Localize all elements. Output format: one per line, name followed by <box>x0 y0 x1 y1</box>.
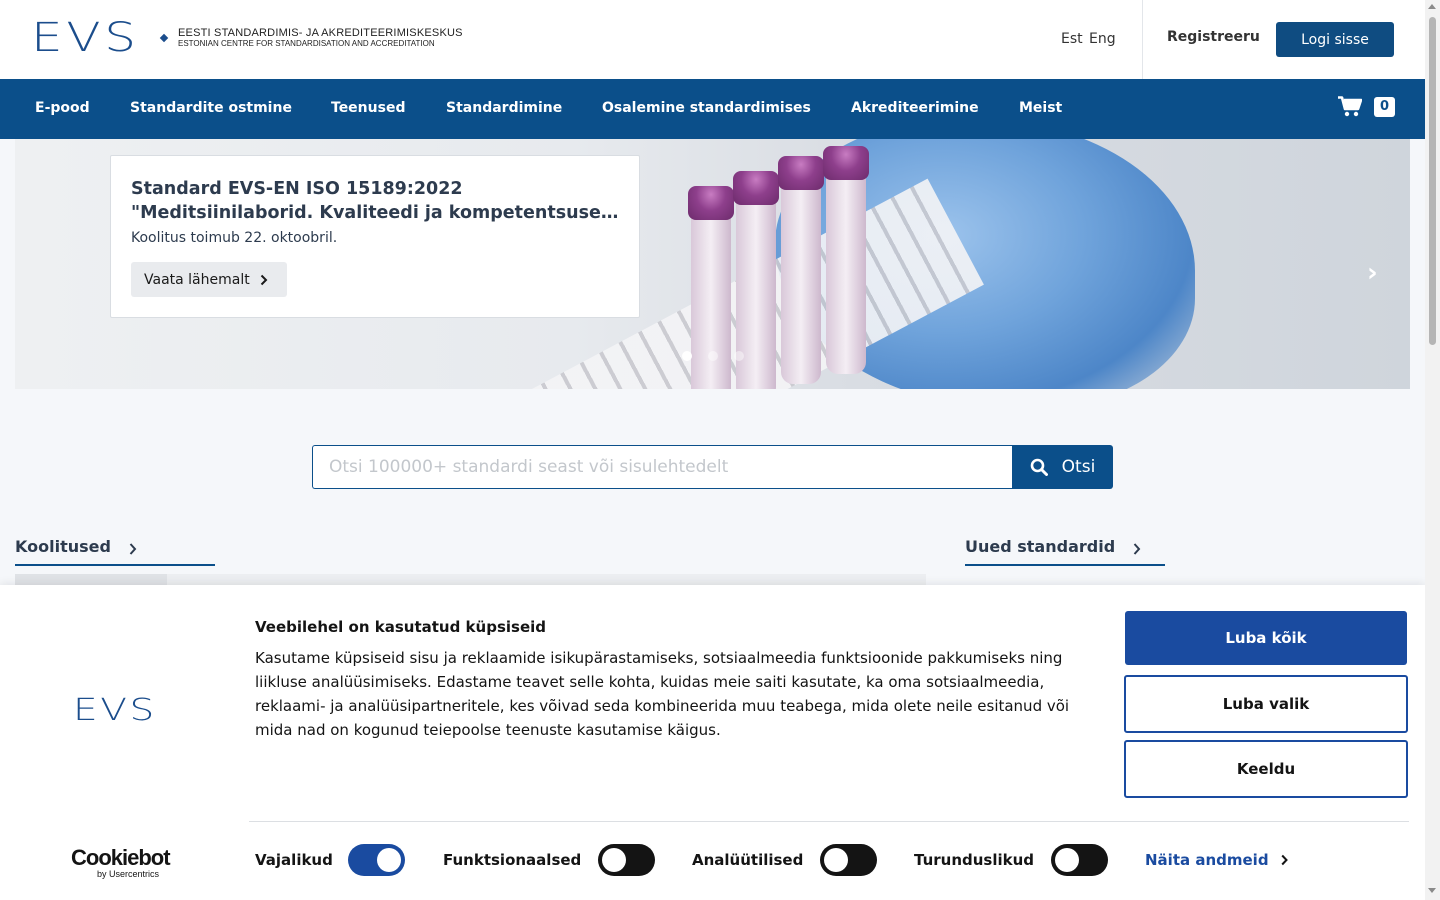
cookie-consent-banner: EVS Veebilehel on kasutatud küpsiseid Ka… <box>0 585 1425 900</box>
allow-selection-button[interactable]: Luba valik <box>1124 675 1408 733</box>
toggle-necessary[interactable] <box>348 844 405 876</box>
evs-logo[interactable]: EVS EESTI STANDARDIMIS- JA AKREDITEERIMI… <box>31 15 463 61</box>
hero-subtitle: Koolitus toimub 22. oktoobril. <box>131 230 338 246</box>
show-details-link[interactable]: Näita andmeid <box>1145 851 1288 869</box>
new-standards-heading: Uued standardid <box>965 537 1116 556</box>
lang-eng-link[interactable]: Eng <box>1089 31 1116 47</box>
register-link[interactable]: Registreeru <box>1167 29 1260 45</box>
toggle-analytics[interactable] <box>820 844 877 876</box>
search-button[interactable]: Otsi <box>1012 445 1113 489</box>
login-button[interactable]: Logi sisse <box>1276 22 1394 57</box>
cookiebot-brand-sub: by Usercentrics <box>97 869 160 879</box>
chevron-right-icon <box>1133 543 1141 555</box>
nav-item-standardimine[interactable]: Standardimine <box>446 100 562 116</box>
site-header: EVS EESTI STANDARDIMIS- JA AKREDITEERIMI… <box>0 0 1425 79</box>
hero-tube <box>688 186 734 389</box>
cookie-divider <box>249 821 1409 822</box>
lang-est-link[interactable]: Est <box>1061 31 1083 47</box>
nav-item-e-pood[interactable]: E-pood <box>35 100 90 116</box>
toggle-label-functional: Funktsionaalsed <box>443 851 582 869</box>
search-input[interactable] <box>312 445 1012 489</box>
main-nav: E-pood Standardite ostmine Teenused Stan… <box>0 79 1425 139</box>
hero-title-line-2: "Meditsiinilaborid. Kvaliteedi ja kompet… <box>131 203 621 223</box>
cart-count-badge: 0 <box>1374 96 1395 117</box>
nav-item-standardite-ostmine[interactable]: Standardite ostmine <box>130 100 292 116</box>
scroll-up-icon[interactable] <box>1428 4 1436 9</box>
hero-tube <box>823 146 869 374</box>
nav-item-akrediteerimine[interactable]: Akrediteerimine <box>851 100 979 116</box>
chevron-right-icon <box>260 274 268 285</box>
hero-title-line-1: Standard EVS-EN ISO 15189:2022 <box>131 179 463 199</box>
carousel-next-icon[interactable]: › <box>1367 258 1378 288</box>
toggle-label-marketing: Turunduslikud <box>914 851 1035 869</box>
cookie-evs-logo: EVS <box>73 693 157 728</box>
search-bar: Otsi <box>312 445 1113 489</box>
carousel-dot-2[interactable] <box>708 351 718 361</box>
logo-line-eng: ESTONIAN CENTRE FOR STANDARDISATION AND … <box>178 39 435 48</box>
allow-all-button[interactable]: Luba kõik <box>1125 611 1407 665</box>
carousel-dot-1[interactable] <box>682 351 692 361</box>
logo-text: EESTI STANDARDIMIS- JA AKREDITEERIMISKES… <box>178 27 463 49</box>
new-standards-section-link[interactable]: Uued standardid <box>965 537 1165 566</box>
toggle-marketing[interactable] <box>1051 844 1108 876</box>
carousel-dot-3[interactable] <box>734 351 744 361</box>
nav-item-osalemine[interactable]: Osalemine standardimises <box>602 100 811 116</box>
toggle-functional[interactable] <box>598 844 655 876</box>
hero-card: Standard EVS-EN ISO 15189:2022 "Meditsii… <box>110 155 640 318</box>
trainings-heading: Koolitused <box>15 537 111 556</box>
hero-tube <box>733 171 779 389</box>
cookie-title: Veebilehel on kasutatud küpsiseid <box>255 618 546 636</box>
scroll-down-icon[interactable] <box>1428 888 1436 893</box>
hero-tube <box>778 156 824 384</box>
cart-button[interactable]: 0 <box>1338 96 1395 117</box>
toggle-label-necessary: Vajalikud <box>255 851 333 869</box>
page-scrollbar[interactable] <box>1425 0 1440 900</box>
nav-item-meist[interactable]: Meist <box>1019 100 1062 116</box>
shopping-cart-icon <box>1338 96 1362 117</box>
toggle-label-analytics: Analüütilised <box>692 851 804 869</box>
logo-line-est: EESTI STANDARDIMIS- JA AKREDITEERIMISKES… <box>178 27 463 39</box>
chevron-right-icon <box>1281 854 1288 866</box>
chevron-right-icon <box>129 543 137 555</box>
cookie-body-text: Kasutame küpsiseid sisu ja reklaamide is… <box>255 649 1070 739</box>
hero-title: Standard EVS-EN ISO 15189:2022 "Meditsii… <box>131 177 621 225</box>
nav-item-teenused[interactable]: Teenused <box>331 100 405 116</box>
logo-mark: EVS <box>31 15 140 61</box>
cookiebot-logo[interactable]: Cookiebot by Usercentrics <box>71 845 171 880</box>
scrollbar-thumb[interactable] <box>1429 17 1436 345</box>
deny-button[interactable]: Keeldu <box>1124 740 1408 798</box>
search-button-label: Otsi <box>1061 457 1096 477</box>
cookiebot-brand: Cookiebot <box>71 845 171 870</box>
hero-more-button[interactable]: Vaata lähemalt <box>131 262 287 297</box>
header-divider <box>1142 0 1143 79</box>
trainings-section-link[interactable]: Koolitused <box>15 537 215 566</box>
search-icon <box>1030 458 1048 476</box>
show-details-label: Näita andmeid <box>1145 851 1269 869</box>
hero-more-label: Vaata lähemalt <box>144 271 250 288</box>
